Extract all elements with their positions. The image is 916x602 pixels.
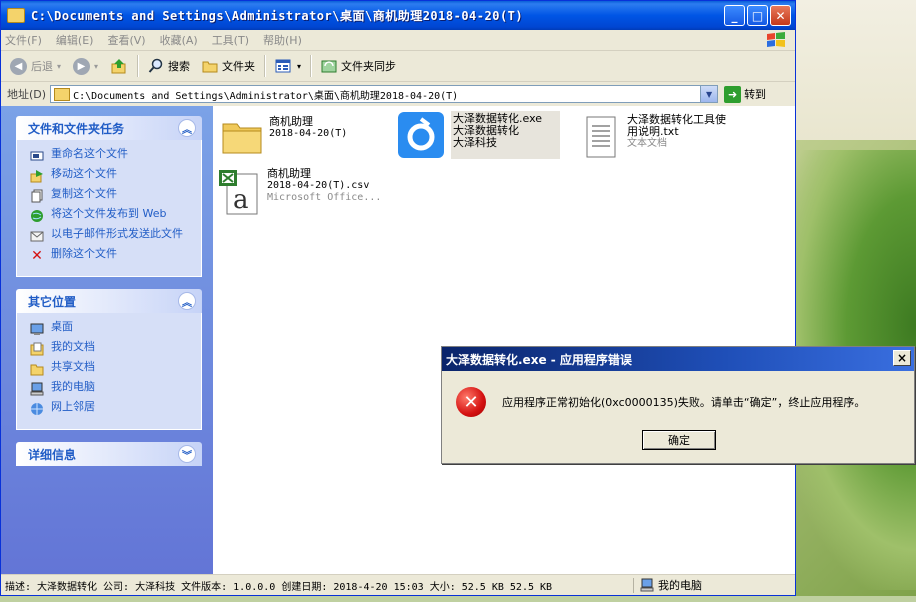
delete-icon: ✕ — [31, 248, 43, 264]
address-input[interactable]: C:\Documents and Settings\Administrator\… — [50, 85, 719, 103]
details-panel: 详细信息 ︾ — [16, 442, 202, 466]
address-label: 地址(D) — [7, 88, 47, 101]
expand-chevron-icon[interactable]: ︾ — [178, 445, 196, 463]
place-my-documents[interactable]: 我的文档 — [29, 341, 195, 357]
close-button[interactable]: ✕ — [770, 5, 791, 26]
file-item-csv[interactable]: a 商机助理 2018-04-20(T).csv Microsoft Offic… — [217, 168, 381, 216]
menu-help[interactable]: 帮助(H) — [263, 32, 302, 48]
desktop-background-top — [796, 0, 916, 140]
rename-icon — [29, 148, 45, 164]
folder-icon — [222, 123, 262, 154]
network-icon — [29, 401, 45, 417]
place-my-computer[interactable]: 我的电脑 — [29, 381, 195, 397]
menu-edit[interactable]: 编辑(E) — [56, 32, 94, 48]
toolbar: ◀ 后退 ▾ ▶ ▾ 搜索 文件夹 ▾ 文件夹同步 — [1, 51, 795, 82]
place-network[interactable]: 网上邻居 — [29, 401, 195, 417]
toolbar-separator — [264, 55, 267, 77]
toolbar-separator — [310, 55, 313, 77]
task-email[interactable]: 以电子邮件形式发送此文件 — [29, 228, 195, 244]
toolbar-separator — [137, 55, 140, 77]
folder-icon — [54, 87, 71, 101]
other-places-panel: 其它位置 ︽ 桌面 我的文档 共享文档 我的电脑 网上邻居 — [16, 289, 202, 430]
file-item-exe[interactable]: 大泽数据转化.exe 大泽数据转化 大泽科技 — [397, 111, 561, 159]
address-dropdown-icon[interactable]: ▼ — [700, 86, 718, 102]
details-header[interactable]: 详细信息 ︾ — [16, 442, 202, 466]
sync-icon — [321, 60, 337, 73]
copy-icon — [29, 188, 45, 204]
error-message: 应用程序正常初始化(0xc0000135)失败。请单击“确定”，终止应用程序。 — [502, 396, 866, 409]
task-publish-web[interactable]: 将这个文件发布到 Web — [29, 208, 195, 224]
file-item-folder[interactable]: 商机助理 2018-04-20(T) — [221, 116, 347, 156]
views-dropdown-icon: ▾ — [297, 61, 302, 71]
status-bar: 描述: 大泽数据转化 公司: 大泽科技 文件版本: 1.0.0.0 创建日期: … — [1, 574, 795, 595]
status-location: 我的电脑 — [634, 577, 702, 593]
taskbar-edge — [0, 596, 916, 602]
menu-bar: 文件(F) 编辑(E) 查看(V) 收藏(A) 工具(T) 帮助(H) — [1, 30, 795, 51]
file-list: 商机助理 2018-04-20(T) 大泽数据转化.exe 大泽数据转化 大泽科… — [213, 106, 795, 575]
folder-sync-button[interactable]: 文件夹同步 — [318, 54, 399, 78]
shared-documents-icon — [29, 361, 45, 377]
window-title: C:\Documents and Settings\Administrator\… — [31, 9, 524, 23]
up-folder-button[interactable] — [107, 54, 131, 78]
task-move[interactable]: 移动这个文件 — [29, 168, 195, 184]
folder-icon — [7, 8, 25, 23]
views-button[interactable]: ▾ — [272, 54, 304, 78]
dialog-close-button[interactable]: × — [893, 350, 911, 366]
explorer-window: C:\Documents and Settings\Administrator\… — [0, 0, 796, 596]
app-icon — [398, 112, 444, 158]
up-folder-icon — [111, 59, 126, 74]
my-computer-icon — [640, 578, 654, 592]
views-icon — [275, 59, 291, 73]
task-pane: 文件和文件夹任务 ︽ 重命名这个文件 移动这个文件 复制这个文件 将这个文件发布… — [1, 106, 213, 575]
move-icon — [29, 168, 45, 184]
text-document-icon — [586, 116, 616, 158]
ok-button[interactable]: 确定 — [642, 430, 716, 450]
title-bar[interactable]: C:\Documents and Settings\Administrator\… — [1, 1, 795, 30]
folders-icon — [202, 61, 218, 73]
address-bar: 地址(D) C:\Documents and Settings\Administ… — [1, 82, 795, 107]
collapse-chevron-icon[interactable]: ︽ — [178, 119, 196, 137]
menu-view[interactable]: 查看(V) — [107, 32, 145, 48]
my-documents-icon — [29, 341, 45, 357]
explorer-body: 文件和文件夹任务 ︽ 重命名这个文件 移动这个文件 复制这个文件 将这个文件发布… — [1, 106, 795, 575]
menu-tools[interactable]: 工具(T) — [212, 32, 249, 48]
search-button[interactable]: 搜索 — [145, 54, 193, 78]
maximize-button[interactable]: □ — [747, 5, 768, 26]
task-rename[interactable]: 重命名这个文件 — [29, 148, 195, 164]
windows-logo-icon — [767, 32, 785, 47]
collapse-chevron-icon[interactable]: ︽ — [178, 292, 196, 310]
forward-arrow-icon: ▶ — [73, 57, 91, 75]
desktop-icon — [29, 321, 45, 337]
back-dropdown-icon: ▾ — [57, 61, 62, 71]
menu-favorites[interactable]: 收藏(A) — [160, 32, 198, 48]
place-shared-documents[interactable]: 共享文档 — [29, 361, 195, 377]
error-dialog: 大泽数据转化.exe - 应用程序错误 × ✕ 应用程序正常初始化(0xc000… — [441, 346, 915, 464]
email-icon — [29, 228, 45, 244]
task-copy[interactable]: 复制这个文件 — [29, 188, 195, 204]
search-icon — [148, 58, 163, 73]
task-delete[interactable]: ✕ 删除这个文件 — [29, 248, 195, 265]
go-arrow-icon: ➜ — [724, 85, 742, 103]
other-places-header[interactable]: 其它位置 ︽ — [16, 289, 202, 313]
svg-text:a: a — [233, 185, 249, 215]
my-computer-icon — [29, 381, 45, 397]
dialog-title-bar[interactable]: 大泽数据转化.exe - 应用程序错误 × — [442, 347, 914, 371]
file-tasks-panel: 文件和文件夹任务 ︽ 重命名这个文件 移动这个文件 复制这个文件 将这个文件发布… — [16, 116, 202, 277]
place-desktop[interactable]: 桌面 — [29, 321, 195, 337]
forward-button[interactable]: ▶ ▾ — [70, 54, 101, 78]
file-tasks-header[interactable]: 文件和文件夹任务 ︽ — [16, 116, 202, 140]
file-item-txt[interactable]: 大泽数据转化工具使 用说明.txt 文本文档 — [581, 114, 726, 160]
web-publish-icon — [29, 208, 45, 224]
status-text: 描述: 大泽数据转化 公司: 大泽科技 文件版本: 1.0.0.0 创建日期: … — [1, 577, 634, 593]
folders-button[interactable]: 文件夹 — [199, 54, 258, 78]
csv-icon: a — [219, 170, 258, 215]
menu-file[interactable]: 文件(F) — [5, 32, 42, 48]
back-arrow-icon: ◀ — [10, 57, 27, 75]
back-button[interactable]: ◀ 后退 ▾ — [7, 54, 64, 78]
forward-dropdown-icon: ▾ — [94, 61, 99, 71]
go-button[interactable]: ➜ 转到 — [724, 85, 766, 103]
minimize-button[interactable]: _ — [724, 5, 745, 26]
error-icon: ✕ — [456, 387, 486, 417]
